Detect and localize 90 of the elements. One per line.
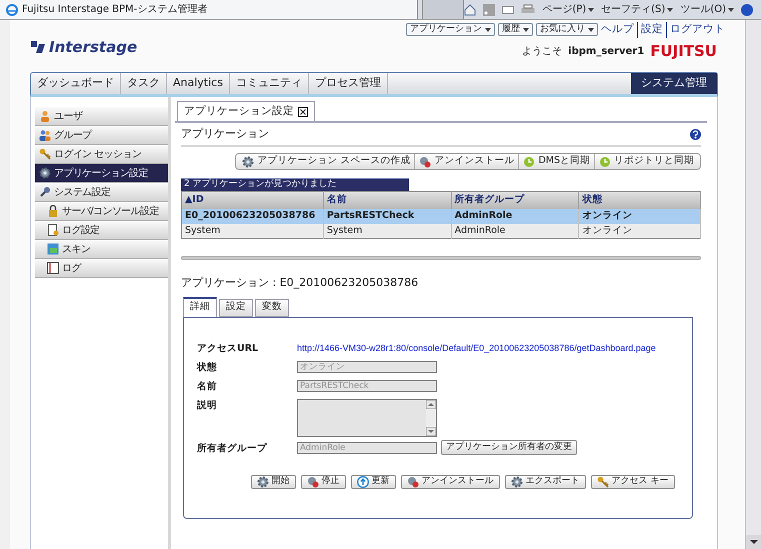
- mail-icon[interactable]: [502, 4, 514, 16]
- gear-icon: [242, 156, 254, 168]
- field-label: 名前: [197, 380, 218, 394]
- toolbar-button[interactable]: リポジトリと同期: [594, 154, 698, 169]
- sidebar-item[interactable]: スキン: [35, 240, 168, 259]
- browser-tab[interactable]: Fujitsu Interstage BPM-システム管理者: [0, 0, 418, 19]
- key-icon: [596, 476, 609, 488]
- gear-delete-icon: [306, 476, 319, 488]
- people-icon: [39, 129, 51, 141]
- field-label: 状態: [197, 360, 218, 374]
- document-icon: [47, 224, 59, 236]
- gear-delete-icon: [406, 476, 419, 488]
- detail-tab[interactable]: 詳細: [183, 296, 217, 316]
- nav-tab[interactable]: タスク: [121, 73, 167, 94]
- welcome-text: ようこそ: [522, 44, 562, 59]
- menu-dropdown[interactable]: お気に入り: [536, 23, 598, 36]
- sidebar-item[interactable]: サーバ/コンソール設定: [35, 202, 168, 221]
- logo-text: Interstage: [49, 37, 138, 58]
- action-button[interactable]: アクセス キー: [590, 474, 675, 488]
- table-row[interactable]: System System AdminRole オンライン: [182, 224, 700, 238]
- toolbar-button[interactable]: アプリケーション スペースの作成: [238, 154, 414, 169]
- user-name: ibpm_server1: [568, 44, 644, 59]
- nav-tab[interactable]: ダッシュボード: [31, 73, 121, 94]
- lock-icon: [47, 205, 59, 217]
- detail-tab[interactable]: 設定: [219, 298, 253, 316]
- header-link[interactable]: ヘルプ: [601, 22, 634, 38]
- browser-menu[interactable]: ページ(P): [542, 2, 594, 17]
- sidebar-item[interactable]: ログ設定: [35, 221, 168, 240]
- browser-menu[interactable]: セーフティ(S): [601, 2, 674, 17]
- field-label: アクセスURL: [197, 342, 260, 356]
- nav-tab[interactable]: システム管理: [631, 73, 717, 94]
- browser-menu[interactable]: ツール(O): [680, 2, 734, 17]
- person-icon: [39, 110, 51, 122]
- splitter-handle[interactable]: [181, 256, 701, 260]
- sidebar-item[interactable]: ログイン セッション: [35, 145, 168, 164]
- gear-icon: [39, 167, 51, 179]
- page-scrollbar[interactable]: [745, 20, 761, 549]
- sidebar-item[interactable]: アプリケーション設定: [35, 164, 168, 183]
- table-cell: System: [323, 224, 452, 238]
- result-count-bar: 2 アプリケーションが見つかりました: [181, 178, 409, 191]
- table-cell: System: [182, 224, 324, 238]
- caret-icon: [588, 28, 594, 32]
- field-label: 説明: [197, 398, 218, 412]
- table-cell: AdminRole: [451, 224, 579, 238]
- nav-tab[interactable]: プロセス管理: [308, 73, 388, 94]
- detail-tab[interactable]: 変数: [255, 298, 289, 316]
- caret-icon: [588, 8, 594, 12]
- key-icon: [39, 148, 51, 160]
- gear-delete-icon: [419, 156, 432, 168]
- content-tab[interactable]: アプリケーション設定: [177, 101, 315, 121]
- toolbar-button[interactable]: アンインストール: [414, 154, 518, 169]
- gear-icon: [256, 476, 269, 488]
- wrench-icon: [39, 186, 51, 198]
- upload-icon: [356, 476, 369, 488]
- toolbar-button[interactable]: DMSと同期: [518, 154, 594, 169]
- table-cell: オンライン: [578, 224, 700, 238]
- nav-tab[interactable]: Analytics: [167, 73, 230, 94]
- caret-icon: [523, 28, 529, 32]
- sidebar-item[interactable]: グループ: [35, 126, 168, 145]
- action-button[interactable]: 更新: [350, 474, 396, 488]
- header-link[interactable]: ログアウト: [666, 22, 725, 38]
- caret-icon: [485, 28, 491, 32]
- printer-icon[interactable]: [521, 4, 536, 16]
- sidebar-item[interactable]: ログ: [35, 259, 168, 278]
- table-row[interactable]: E0_20100623205038786 PartsRESTCheck AdminRole オンライン: [182, 208, 700, 224]
- field-label: 所有者グループ: [197, 442, 268, 456]
- section-heading: アプリケーション: [181, 126, 269, 142]
- header-link[interactable]: 設定: [637, 22, 663, 38]
- action-button[interactable]: 停止: [300, 474, 346, 488]
- caret-icon: [667, 8, 674, 12]
- access-link[interactable]: http://1466-VM30-w28r1:80/console/Default/E0_20100623205038786/getDashboard.page: [297, 342, 656, 355]
- close-icon[interactable]: [298, 106, 308, 116]
- caret-icon: [728, 8, 734, 12]
- gear-icon: [510, 476, 523, 488]
- brand-logo: FUJITSU: [650, 44, 717, 59]
- sidebar-item[interactable]: ユーザ: [35, 107, 168, 126]
- action-button[interactable]: 開始: [250, 474, 296, 488]
- sidebar-item[interactable]: システム設定: [35, 183, 168, 202]
- logo-mark-icon: [30, 40, 46, 54]
- home-icon[interactable]: [464, 4, 476, 16]
- action-button[interactable]: エクスポート: [504, 474, 586, 488]
- menu-dropdown[interactable]: アプリケーション: [406, 23, 495, 36]
- palette-icon: [47, 243, 59, 255]
- detail-title: アプリケーション : E0_20100623205038786: [181, 275, 420, 291]
- scroll-down-icon[interactable]: [746, 535, 761, 549]
- browser-logo-icon: [6, 4, 18, 16]
- menu-dropdown[interactable]: 履歴: [498, 23, 533, 36]
- book-icon: [47, 262, 59, 274]
- action-button[interactable]: アンインストール: [400, 474, 500, 488]
- nav-tab[interactable]: コミュニティ: [230, 73, 309, 94]
